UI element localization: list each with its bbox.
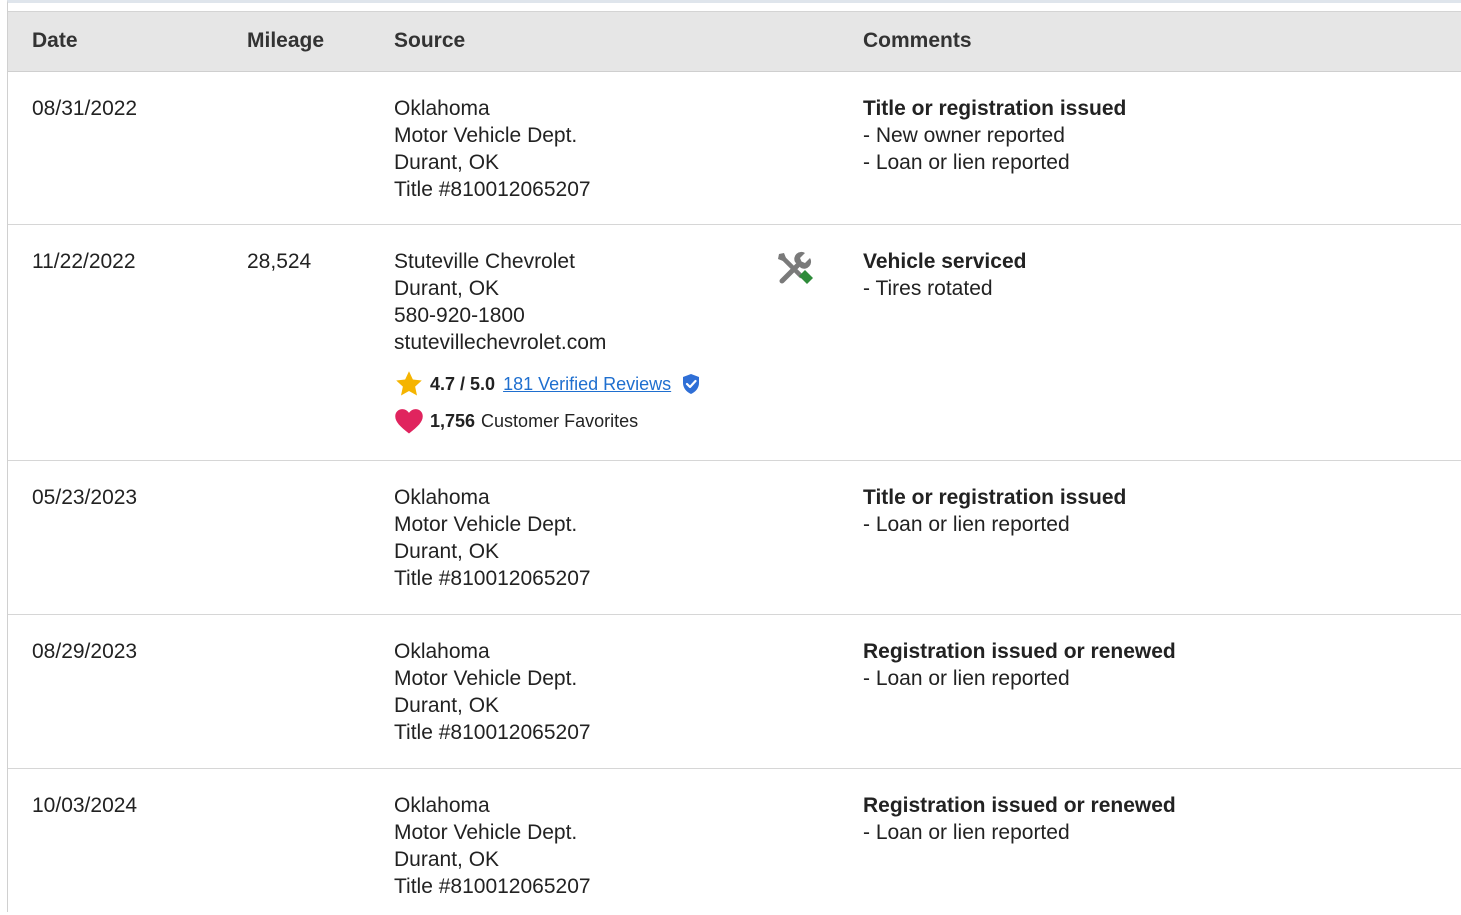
source-line: Oklahoma	[394, 794, 490, 817]
row-comments: Registration issued or renewed - Loan or…	[863, 638, 1176, 692]
row-date: 05/23/2023	[32, 486, 138, 509]
comment-item: - New owner reported	[863, 124, 1065, 147]
comment-item: - Loan or lien reported	[863, 667, 1070, 690]
comment-item: - Tires rotated	[863, 277, 993, 300]
row-source: Oklahoma Motor Vehicle Dept. Durant, OK …	[394, 638, 591, 746]
row-comments: Vehicle serviced - Tires rotated	[863, 248, 1026, 302]
row-date: 10/03/2024	[32, 794, 138, 817]
verified-shield-icon	[683, 374, 700, 394]
source-line: Title #810012065207	[394, 567, 591, 590]
column-header-date[interactable]: Date	[32, 29, 78, 53]
table-row: 08/31/2022 Oklahoma Motor Vehicle Dept. …	[8, 72, 1461, 225]
source-line: Oklahoma	[394, 97, 490, 120]
row-source: Oklahoma Motor Vehicle Dept. Durant, OK …	[394, 95, 591, 203]
comment-title: Title or registration issued	[863, 97, 1127, 120]
vehicle-history-table: Date Mileage Source Comments 08/31/2022 …	[7, 0, 1461, 912]
comment-title: Registration issued or renewed	[863, 640, 1176, 663]
source-line: Durant, OK	[394, 151, 500, 174]
dealer-website-link[interactable]: stutevillechevrolet.com	[394, 329, 606, 356]
source-line: Durant, OK	[394, 694, 500, 717]
table-row: 11/22/2022 28,524 Stuteville Chevrolet D…	[8, 225, 1461, 461]
dealer-rating: 4.7 / 5.0 181 Verified Reviews	[394, 369, 707, 399]
comment-title: Title or registration issued	[863, 486, 1127, 509]
table-header: Date Mileage Source Comments	[8, 11, 1461, 72]
row-mileage: 28,524	[247, 250, 312, 273]
table-row: 10/03/2024 Oklahoma Motor Vehicle Dept. …	[8, 769, 1461, 915]
row-source: Oklahoma Motor Vehicle Dept. Durant, OK …	[394, 792, 591, 900]
source-line: Oklahoma	[394, 640, 490, 663]
source-line: Title #810012065207	[394, 178, 591, 201]
row-comments: Registration issued or renewed - Loan or…	[863, 792, 1176, 846]
tools-icon	[778, 251, 813, 284]
source-line: 580-920-1800	[394, 304, 525, 327]
source-line: Durant, OK	[394, 848, 500, 871]
customer-favorites: 1,756 Customer Favorites	[394, 407, 638, 435]
comment-item: - Loan or lien reported	[863, 151, 1070, 174]
row-source: Oklahoma Motor Vehicle Dept. Durant, OK …	[394, 484, 591, 592]
comment-item: - Loan or lien reported	[863, 821, 1070, 844]
column-header-mileage[interactable]: Mileage	[247, 29, 324, 53]
column-header-source[interactable]: Source	[394, 29, 465, 53]
source-line: Motor Vehicle Dept.	[394, 821, 578, 844]
row-comments: Title or registration issued - New owner…	[863, 95, 1126, 176]
heart-icon	[395, 409, 423, 434]
rating-value: 4.7 / 5.0	[430, 374, 496, 394]
table-row: 05/23/2023 Oklahoma Motor Vehicle Dept. …	[8, 461, 1461, 615]
source-line: Motor Vehicle Dept.	[394, 667, 578, 690]
source-line: Durant, OK	[394, 540, 500, 563]
table-row: 08/29/2023 Oklahoma Motor Vehicle Dept. …	[8, 615, 1461, 769]
star-icon	[396, 371, 422, 396]
favorites-label: Customer Favorites	[481, 411, 639, 431]
source-line: Motor Vehicle Dept.	[394, 124, 578, 147]
row-source: Stuteville Chevrolet Durant, OK 580-920-…	[394, 248, 606, 356]
row-date: 11/22/2022	[32, 250, 136, 273]
source-line: Title #810012065207	[394, 721, 591, 744]
source-line: Durant, OK	[394, 277, 500, 300]
favorites-count: 1,756	[430, 411, 476, 431]
verified-reviews-link[interactable]: 181 Verified Reviews	[503, 372, 671, 396]
source-line: Oklahoma	[394, 486, 490, 509]
comment-title: Vehicle serviced	[863, 250, 1027, 273]
row-comments: Title or registration issued - Loan or l…	[863, 484, 1126, 538]
source-line: Motor Vehicle Dept.	[394, 513, 578, 536]
source-line: Stuteville Chevrolet	[394, 250, 575, 273]
row-date: 08/29/2023	[32, 640, 138, 663]
column-header-comments[interactable]: Comments	[863, 29, 972, 53]
row-date: 08/31/2022	[32, 97, 138, 120]
comment-item: - Loan or lien reported	[863, 513, 1070, 536]
source-line: Title #810012065207	[394, 875, 591, 898]
comment-title: Registration issued or renewed	[863, 794, 1176, 817]
